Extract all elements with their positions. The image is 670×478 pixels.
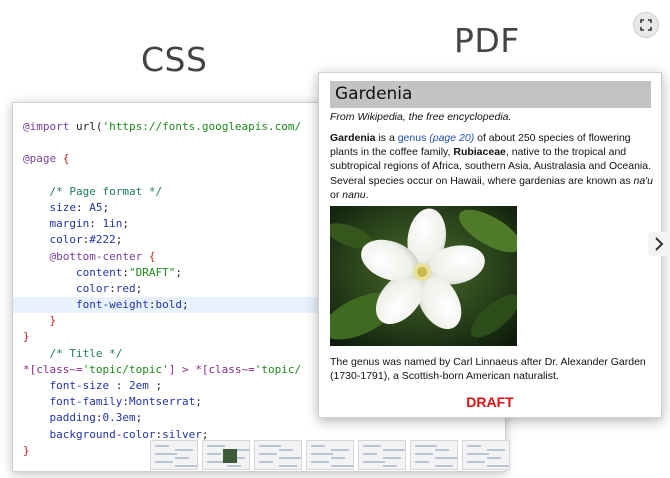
term-gardenia: Gardenia — [330, 132, 376, 144]
code-token: /* Title */ — [23, 346, 123, 360]
code-token: 2em — [128, 379, 149, 392]
code-token: url( — [75, 120, 103, 133]
code-token: @page — [23, 152, 63, 166]
code-token: *[class~= — [23, 362, 83, 376]
code-token: { — [62, 152, 70, 166]
next-slide-button[interactable] — [648, 232, 670, 256]
code-token: 'https://fonts.googleapis.com/ — [102, 120, 302, 133]
term-nanu: nanu — [342, 188, 366, 201]
pdf-preview-panel: Gardenia From Wikipedia, the free encycl… — [318, 72, 662, 418]
thumbnail[interactable] — [202, 440, 250, 470]
thumbnail[interactable] — [306, 440, 354, 470]
code-token: font-family — [23, 395, 123, 409]
pdf-paragraph-2: The genus was named by Carl Linnaeus aft… — [330, 356, 646, 383]
expand-icon — [640, 19, 652, 31]
code-token: #222 — [89, 233, 116, 247]
thumbnail[interactable] — [358, 440, 406, 470]
code-token: A5 — [89, 200, 103, 214]
text-segment: . — [365, 188, 369, 201]
code-token: ; — [135, 411, 143, 425]
code-token: Montserrat — [128, 395, 196, 409]
code-token: } — [23, 330, 30, 344]
code-token: color — [23, 281, 110, 295]
thumbnail[interactable] — [254, 440, 302, 470]
expand-button[interactable] — [633, 12, 659, 38]
code-token: red — [115, 281, 136, 295]
code-token: background-color — [23, 427, 156, 441]
thumbnail[interactable] — [462, 440, 510, 470]
code-token: : — [115, 379, 129, 392]
pdf-title: Gardenia — [330, 81, 651, 108]
code-token: : — [89, 217, 103, 231]
code-token: ; — [175, 265, 182, 279]
code-token: "DRAFT" — [128, 265, 176, 279]
code-token: 'topic/topic' — [82, 362, 169, 376]
code-token: margin — [23, 217, 90, 231]
code-token: silver — [162, 427, 202, 441]
code-token: 1in — [102, 217, 123, 231]
code-token: } — [23, 314, 57, 328]
code-token: ; — [115, 233, 123, 247]
code-token: : — [122, 395, 129, 409]
text-segment: or — [330, 188, 343, 201]
gardenia-flower-image — [330, 206, 517, 346]
code-token: color — [23, 233, 83, 247]
pdf-heading: PDF — [454, 21, 520, 60]
code-token: : — [75, 200, 90, 214]
code-token: ; — [181, 298, 189, 312]
thumbnail[interactable] — [150, 440, 198, 470]
code-token: } — [23, 443, 30, 457]
code-token: ; — [122, 217, 129, 231]
code-token: ; — [195, 395, 202, 409]
chevron-right-icon — [655, 237, 664, 251]
thumbnail-strip — [150, 440, 510, 470]
thumbnail[interactable] — [410, 440, 458, 470]
code-token: ; — [148, 379, 163, 392]
pdf-paragraph-1: Gardenia is a genus (page 20) of about 2… — [330, 131, 654, 202]
code-token: @bottom-center — [23, 249, 149, 263]
code-token: size — [23, 200, 76, 214]
code-token: ; — [135, 281, 143, 295]
code-token: padding — [23, 411, 96, 425]
pdf-subtitle: From Wikipedia, the free encyclopedia. — [330, 111, 512, 123]
code-token: ; — [201, 427, 209, 441]
code-token: { — [148, 249, 156, 263]
code-token: font-weight — [23, 298, 149, 312]
code-token: ; — [102, 200, 110, 214]
term-rubiaceae: Rubiaceae — [453, 146, 506, 159]
css-heading: CSS — [141, 40, 208, 79]
term-nau: na'u — [633, 174, 654, 187]
code-token: : — [122, 265, 129, 279]
code-token: /* Page format */ — [23, 184, 163, 198]
text-segment: is a — [375, 132, 398, 144]
code-token: 0.3em — [102, 411, 136, 425]
genus-link[interactable]: genus — [398, 132, 427, 144]
code-token: 'topic/ — [254, 362, 302, 376]
code-token: font-size — [23, 379, 116, 392]
code-token: ] > *[class~= — [168, 362, 255, 376]
code-token: : — [109, 281, 116, 295]
code-token: content — [23, 265, 123, 279]
code-token: @import — [23, 120, 76, 133]
page-ref-link[interactable]: (page 20) — [429, 132, 474, 144]
draft-footer: DRAFT — [466, 394, 514, 410]
code-token: bold — [155, 298, 182, 312]
